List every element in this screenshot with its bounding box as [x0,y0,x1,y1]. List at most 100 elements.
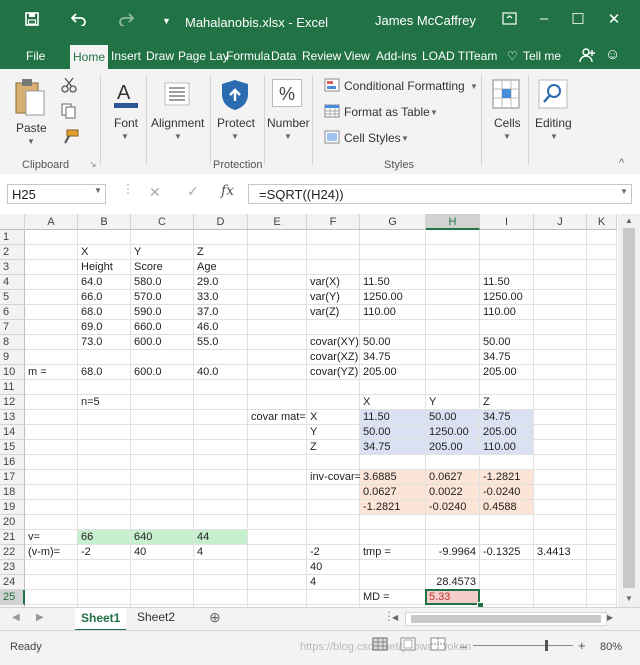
tab-data[interactable]: Data [271,49,296,63]
scroll-down-icon[interactable]: ▼ [625,594,633,603]
vertical-scrollbar[interactable]: ▲ ▼ [618,214,640,607]
cell-i22[interactable]: -0.1325 [480,545,533,560]
paste-button[interactable]: Paste [16,121,47,135]
cell-j22[interactable]: 3.4413 [534,545,586,560]
tab-review[interactable]: Review [302,49,341,63]
user-name[interactable]: James McCaffrey [375,13,476,28]
cell-g4[interactable]: 11.50 [360,275,425,290]
tab-home[interactable]: Home [70,45,109,69]
conditional-formatting-button[interactable]: Conditional Formatting [344,79,465,93]
zoom-in-icon[interactable]: + [578,638,586,653]
row-header-6[interactable]: 6 [0,305,25,320]
zoom-slider[interactable] [473,645,573,646]
cell-g8[interactable]: 50.00 [360,335,425,350]
number-dropdown-icon[interactable]: ▼ [284,132,292,141]
cell-d5[interactable]: 33.0 [194,290,247,305]
cell-f10[interactable]: covar(YZ) [307,365,359,380]
protect-button[interactable]: Protect [217,116,255,130]
cell-f9[interactable]: covar(XZ) [307,350,359,365]
enter-icon[interactable]: ✓ [187,183,199,200]
cells-icon[interactable] [492,79,520,112]
cell-styles-button[interactable]: Cell Styles [344,131,401,145]
row-header-9[interactable]: 9 [0,350,25,365]
cancel-icon[interactable]: ✕ [149,184,161,201]
cell-h13[interactable]: 50.00 [426,410,479,424]
cell-d22[interactable]: 4 [194,545,247,560]
row-header-1[interactable]: 1 [0,230,25,245]
format-as-table-button[interactable]: Format as Table [344,105,430,119]
clipboard-launcher-icon[interactable]: ↘ [89,159,97,170]
sheet-tab-sheet2[interactable]: Sheet2 [137,610,175,624]
cell-i12[interactable]: Z [480,395,533,410]
horizontal-scroll-thumb[interactable] [411,615,601,623]
format-painter-icon[interactable] [61,129,79,148]
cell-h17[interactable]: 0.0627 [426,470,479,484]
cell-i15[interactable]: 110.00 [480,440,533,454]
cell-i10[interactable]: 205.00 [480,365,533,380]
cell-g6[interactable]: 110.00 [360,305,425,320]
cell-f4[interactable]: var(X) [307,275,359,290]
cell-d21[interactable]: 44 [194,530,247,544]
column-header-a[interactable]: A [25,214,78,230]
row-header-15[interactable]: 15 [0,440,25,455]
row-header-13[interactable]: 13 [0,410,25,425]
tab-load-test[interactable]: LOAD TI [422,49,468,63]
redo-icon[interactable] [118,12,135,31]
close-icon[interactable]: ✕ [603,10,625,28]
row-header-7[interactable]: 7 [0,320,25,335]
row-header-14[interactable]: 14 [0,425,25,440]
cell-b7[interactable]: 69.0 [78,320,130,335]
cell-d2[interactable]: Z [194,245,247,260]
cell-b21[interactable]: 66 [78,530,130,544]
paste-icon[interactable] [14,77,46,120]
cell-f17[interactable]: inv-covar= [307,470,361,485]
cell-i9[interactable]: 34.75 [480,350,533,365]
expand-formula-bar-icon[interactable]: ▼ [620,187,628,196]
cell-c22[interactable]: 40 [131,545,193,560]
cell-f24[interactable]: 4 [307,575,359,590]
row-header-25[interactable]: 25 [0,590,25,605]
format-as-table-icon[interactable] [324,104,340,121]
cut-icon[interactable] [61,77,77,96]
tab-file[interactable]: File [26,49,45,63]
add-sheet-icon[interactable]: ⊕ [209,609,221,626]
cell-h15[interactable]: 205.00 [426,440,479,454]
search-icon[interactable] [538,79,568,112]
row-header-5[interactable]: 5 [0,290,25,305]
page-layout-view-icon[interactable] [400,637,416,654]
cell-i17[interactable]: -1.2821 [480,470,533,484]
alignment-button[interactable]: Alignment [151,116,204,130]
save-icon[interactable] [25,12,39,31]
conditional-formatting-dropdown-icon[interactable]: ▼ [470,82,478,91]
cell-i14[interactable]: 205.00 [480,425,533,439]
editing-dropdown-icon[interactable]: ▼ [550,132,558,141]
tab-page-layout[interactable]: Page Lay [178,49,229,63]
column-header-g[interactable]: G [360,214,426,230]
column-header-b[interactable]: B [78,214,131,230]
cell-c10[interactable]: 600.0 [131,365,193,380]
cell-c2[interactable]: Y [131,245,193,260]
customize-qat-icon[interactable]: ▼ [162,16,171,26]
zoom-level[interactable]: 80% [600,641,622,653]
row-header-8[interactable]: 8 [0,335,25,350]
cell-g13[interactable]: 11.50 [360,410,425,424]
cell-b12[interactable]: n=5 [78,395,130,410]
cell-d3[interactable]: Age [194,260,247,275]
cell-styles-icon[interactable] [324,130,340,147]
format-as-table-dropdown-icon[interactable]: ▼ [430,108,438,117]
alignment-dropdown-icon[interactable]: ▼ [174,132,182,141]
protect-dropdown-icon[interactable]: ▼ [231,132,239,141]
row-header-3[interactable]: 3 [0,260,25,275]
sheet-tab-sheet1[interactable]: Sheet1 [75,608,127,631]
cell-b5[interactable]: 66.0 [78,290,130,305]
tab-draw[interactable]: Draw [146,49,174,63]
cell-g14[interactable]: 50.00 [360,425,425,439]
cell-g15[interactable]: 34.75 [360,440,425,454]
cell-c4[interactable]: 580.0 [131,275,193,290]
normal-view-icon[interactable] [372,637,388,654]
cell-f8[interactable]: covar(XY) [307,335,359,350]
ribbon-display-options-icon[interactable] [498,12,520,29]
horizontal-scrollbar[interactable] [405,612,607,626]
cell-i19[interactable]: 0.4588 [480,500,533,514]
maximize-icon[interactable]: ☐ [567,10,589,28]
